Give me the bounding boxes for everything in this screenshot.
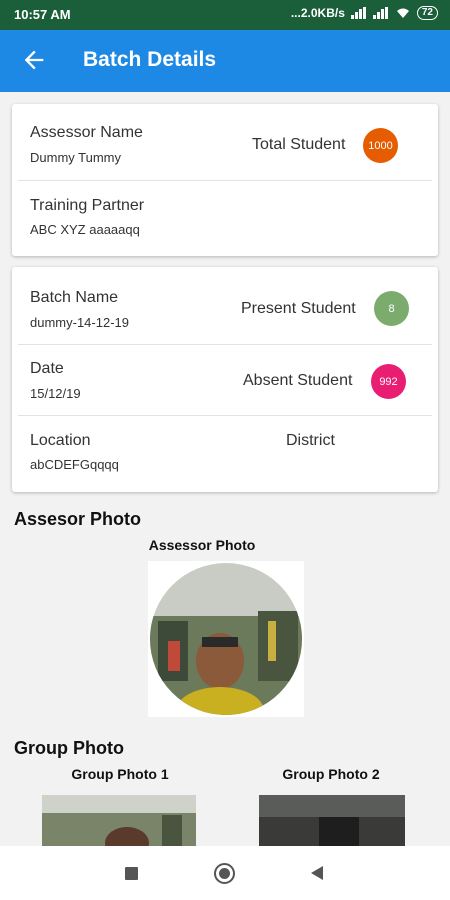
- absent-student-label: Absent Student: [243, 372, 353, 389]
- battery-icon: 72: [416, 6, 438, 20]
- group-photo-2-caption: Group Photo 2: [282, 766, 380, 782]
- back-button-icon[interactable]: [310, 865, 324, 881]
- divider: [18, 415, 432, 416]
- assessor-photo[interactable]: [148, 561, 304, 717]
- recents-button-icon[interactable]: [125, 867, 138, 880]
- assessor-photo-caption: Assessor Photo: [148, 537, 256, 553]
- date-value: 15/12/19: [30, 386, 81, 401]
- home-button-icon[interactable]: [214, 863, 235, 884]
- wifi-icon: [396, 8, 409, 18]
- location-label: Location: [30, 432, 91, 449]
- status-icons: ...2.0KB/s 72: [291, 6, 438, 20]
- district-label: District: [286, 432, 335, 449]
- present-student-label: Present Student: [241, 300, 356, 317]
- group-photo-2-image: [259, 795, 405, 846]
- signal-icon-2: [372, 7, 389, 19]
- assessor-photo-section-title: Assesor Photo: [14, 509, 142, 529]
- total-student-badge: 1000: [363, 128, 398, 163]
- home-dot: [219, 868, 230, 879]
- group-photo-1-caption: Group Photo 1: [71, 766, 169, 782]
- system-nav-bar: [0, 846, 450, 900]
- total-student-label: Total Student: [252, 136, 346, 153]
- group-photo-1[interactable]: [42, 795, 196, 846]
- batch-card: Batch Name dummy-14-12-19 Present Studen…: [12, 267, 438, 492]
- assessor-photo-image: [150, 563, 302, 715]
- training-partner-label: Training Partner: [30, 197, 145, 214]
- signal-icon: [350, 7, 367, 19]
- status-bar: 10:57 AM ...2.0KB/s 72: [0, 0, 450, 30]
- assessor-name-label: Assessor Name: [30, 124, 143, 141]
- training-partner-value: ABC XYZ aaaaaqq: [30, 222, 140, 237]
- group-photo-2[interactable]: [259, 795, 405, 846]
- group-photo-section-title: Group Photo: [14, 738, 124, 758]
- app-bar: Batch Details: [0, 30, 450, 92]
- page-title: Batch Details: [83, 48, 217, 71]
- network-speed: ...2.0KB/s: [290, 6, 345, 20]
- divider: [18, 180, 432, 181]
- group-photo-1-image: [42, 795, 196, 846]
- batch-name-value: dummy-14-12-19: [30, 315, 129, 330]
- divider: [18, 344, 432, 345]
- assessor-card: Assessor Name Dummy Tummy Total Student …: [12, 104, 438, 256]
- arrow-left-icon[interactable]: [20, 46, 48, 74]
- location-value: abCDEFGqqqq: [30, 457, 119, 472]
- status-time: 10:57 AM: [14, 7, 71, 22]
- assessor-name-value: Dummy Tummy: [30, 150, 121, 165]
- date-label: Date: [30, 360, 64, 377]
- absent-student-badge: 992: [371, 364, 406, 399]
- present-student-badge: 8: [374, 291, 409, 326]
- batch-name-label: Batch Name: [30, 289, 119, 306]
